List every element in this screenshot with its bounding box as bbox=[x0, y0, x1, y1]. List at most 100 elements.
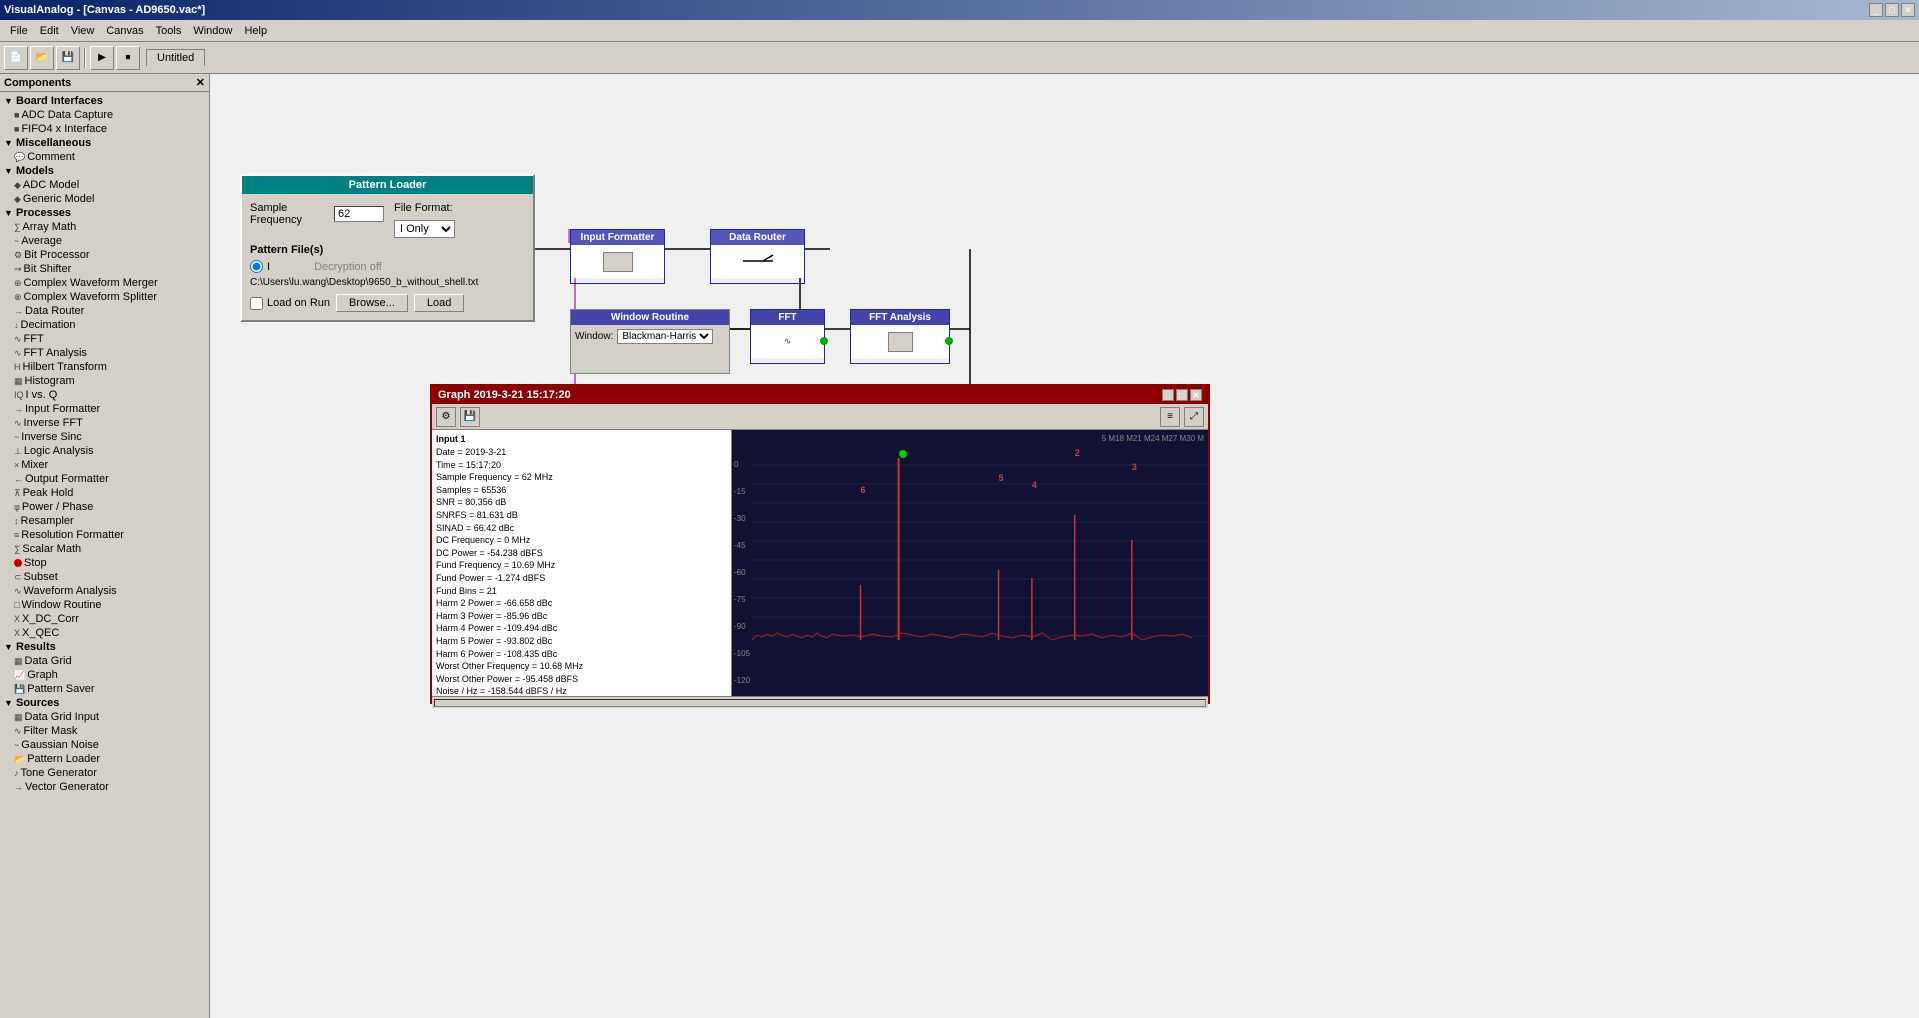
graph-close-btn[interactable]: ✕ bbox=[1190, 389, 1202, 401]
sidebar-item-adc-data-capture[interactable]: ■ ADC Data Capture bbox=[14, 108, 207, 122]
sidebar-item-array-math[interactable]: ∑Array Math bbox=[14, 220, 207, 234]
sidebar-item-inverse-sinc[interactable]: ~Inverse Sinc bbox=[14, 430, 207, 444]
stop-button[interactable]: ⏹ bbox=[116, 46, 140, 70]
sidebar-item-resampler[interactable]: ↕Resampler bbox=[14, 514, 207, 528]
sidebar-item-pattern-saver[interactable]: 💾Pattern Saver bbox=[14, 682, 207, 696]
graph-content: Input 1 Date = 2019-3-21 Time = 15:17:20… bbox=[432, 430, 1208, 696]
graph-save-btn[interactable]: 💾 bbox=[460, 407, 480, 427]
graph-min-btn[interactable]: _ bbox=[1162, 389, 1174, 401]
sidebar-item-filter-mask[interactable]: ∿Filter Mask bbox=[14, 724, 207, 738]
fft-block[interactable]: FFT ∿ bbox=[750, 309, 825, 364]
sidebar-item-x-dc-corr[interactable]: XX_DC_Corr bbox=[14, 612, 207, 626]
file-format-select[interactable]: I Only I and Q Raw bbox=[394, 220, 455, 238]
maximize-button[interactable]: □ bbox=[1885, 3, 1899, 17]
browse-button[interactable]: Browse... bbox=[336, 294, 408, 312]
load-button[interactable]: Load bbox=[414, 294, 464, 312]
tree-group-header-models[interactable]: ▼ Models bbox=[2, 164, 207, 178]
sidebar-item-complex-waveform-splitter[interactable]: ⊗Complex Waveform Splitter bbox=[14, 290, 207, 304]
graph-max-btn[interactable]: □ bbox=[1176, 389, 1188, 401]
tree-group-miscellaneous: ▼ Miscellaneous 💬 Comment bbox=[2, 136, 207, 164]
new-button[interactable]: 📄 bbox=[4, 46, 28, 70]
sidebar-item-histogram[interactable]: ▦Histogram bbox=[14, 374, 207, 388]
menu-bar: File Edit View Canvas Tools Window Help bbox=[0, 20, 1919, 42]
tree-group-header-sources[interactable]: ▼ Sources bbox=[2, 696, 207, 710]
untitled-tab[interactable]: Untitled bbox=[146, 49, 205, 66]
sidebar-item-subset[interactable]: ⊂Subset bbox=[14, 570, 207, 584]
sidebar-item-graph[interactable]: 📈Graph bbox=[14, 668, 207, 682]
menu-edit[interactable]: Edit bbox=[34, 23, 65, 39]
sidebar-item-scalar-math[interactable]: ∑Scalar Math bbox=[14, 542, 207, 556]
sidebar-item-stop[interactable]: Stop bbox=[14, 556, 207, 570]
sidebar-item-vector-generator[interactable]: →Vector Generator bbox=[14, 780, 207, 794]
load-on-run-checkbox[interactable] bbox=[250, 297, 263, 310]
fifo-icon: ■ bbox=[14, 124, 19, 134]
sidebar-item-power-phase[interactable]: φPower / Phase bbox=[14, 500, 207, 514]
sidebar-item-fft[interactable]: ∿FFT bbox=[14, 332, 207, 346]
data-router-block[interactable]: Data Router bbox=[710, 229, 805, 284]
menu-window[interactable]: Window bbox=[187, 23, 238, 39]
graph-expand-btn[interactable]: ⤢ bbox=[1184, 407, 1204, 427]
fft-analysis-block[interactable]: FFT Analysis bbox=[850, 309, 950, 364]
graph-scrollbar[interactable] bbox=[432, 696, 1208, 708]
tree-group-header-results[interactable]: ▼ Results bbox=[2, 640, 207, 654]
graph-menu-btn[interactable]: ≡ bbox=[1160, 407, 1180, 427]
window-select[interactable]: Blackman-Harris Hanning Hamming bbox=[617, 329, 713, 344]
sidebar-item-resolution-formatter[interactable]: ≡Resolution Formatter bbox=[14, 528, 207, 542]
sidebar-item-i-vs-q[interactable]: IQI vs. Q bbox=[14, 388, 207, 402]
resampler-icon: ↕ bbox=[14, 516, 19, 526]
graph-settings-btn[interactable]: ⚙ bbox=[436, 407, 456, 427]
tree-group-header-processes[interactable]: ▼ Processes bbox=[2, 206, 207, 220]
sidebar-item-mixer[interactable]: ×Mixer bbox=[14, 458, 207, 472]
save-button[interactable]: 💾 bbox=[56, 46, 80, 70]
sidebar-item-fifo4x[interactable]: ■ FIFO4 x Interface bbox=[14, 122, 207, 136]
menu-tools[interactable]: Tools bbox=[150, 23, 188, 39]
sidebar-item-inverse-fft[interactable]: ∿Inverse FFT bbox=[14, 416, 207, 430]
sidebar-item-logic-analysis[interactable]: ⊥Logic Analysis bbox=[14, 444, 207, 458]
expand-icon-board-interfaces: ▼ bbox=[4, 96, 14, 106]
sidebar-item-tone-generator[interactable]: ♪Tone Generator bbox=[14, 766, 207, 780]
sidebar-item-gaussian-noise[interactable]: ~Gaussian Noise bbox=[14, 738, 207, 752]
graph-scrollbar-track[interactable] bbox=[434, 699, 1206, 707]
sidebar-item-input-formatter[interactable]: →Input Formatter bbox=[14, 402, 207, 416]
tree-group-header-board-interfaces[interactable]: ▼ Board Interfaces bbox=[2, 94, 207, 108]
sidebar-item-complex-waveform-merger[interactable]: ⊕Complex Waveform Merger bbox=[14, 276, 207, 290]
sample-frequency-input[interactable] bbox=[334, 206, 384, 222]
sidebar-item-peak-hold[interactable]: ⊼Peak Hold bbox=[14, 486, 207, 500]
sidebar-item-waveform-analysis[interactable]: ∿Waveform Analysis bbox=[14, 584, 207, 598]
sidebar-item-pattern-loader[interactable]: 📂Pattern Loader bbox=[14, 752, 207, 766]
panel-close-button[interactable]: ✕ bbox=[196, 76, 205, 89]
sidebar-item-data-router[interactable]: →Data Router bbox=[14, 304, 207, 318]
sidebar-item-bit-processor[interactable]: ⚙Bit Processor bbox=[14, 248, 207, 262]
menu-canvas[interactable]: Canvas bbox=[100, 23, 149, 39]
sidebar-item-output-formatter[interactable]: ←Output Formatter bbox=[14, 472, 207, 486]
sidebar-item-data-grid[interactable]: ▦Data Grid bbox=[14, 654, 207, 668]
menu-view[interactable]: View bbox=[65, 23, 101, 39]
sidebar-item-adc-model[interactable]: ◆ ADC Model bbox=[14, 178, 207, 192]
menu-file[interactable]: File bbox=[4, 23, 34, 39]
window-routine-block[interactable]: Window Routine Window: Blackman-Harris H… bbox=[570, 309, 730, 374]
sidebar-item-generic-model[interactable]: ◆ Generic Model bbox=[14, 192, 207, 206]
sidebar-item-hilbert-transform[interactable]: HHilbert Transform bbox=[14, 360, 207, 374]
minimize-button[interactable]: _ bbox=[1869, 3, 1883, 17]
tree-group-header-miscellaneous[interactable]: ▼ Miscellaneous bbox=[2, 136, 207, 150]
graph-data-sinad: SINAD = 66.42 dBc bbox=[436, 522, 727, 535]
sidebar-item-data-grid-input[interactable]: ▦Data Grid Input bbox=[14, 710, 207, 724]
radio-i-label: I bbox=[267, 261, 270, 273]
sidebar-item-window-routine[interactable]: □Window Routine bbox=[14, 598, 207, 612]
sidebar-item-x-qec[interactable]: XX_QEC bbox=[14, 626, 207, 640]
sidebar-item-fft-analysis[interactable]: ∿FFT Analysis bbox=[14, 346, 207, 360]
graph-data-list: Input 1 Date = 2019-3-21 Time = 15:17:20… bbox=[432, 430, 732, 696]
sidebar-item-decimation[interactable]: ↓Decimation bbox=[14, 318, 207, 332]
adc-data-capture-label: ADC Data Capture bbox=[21, 109, 113, 121]
sidebar-item-bit-shifter[interactable]: ⇒Bit Shifter bbox=[14, 262, 207, 276]
run-button[interactable]: ▶ bbox=[90, 46, 114, 70]
fft-analysis-icon: ∿ bbox=[14, 348, 22, 359]
input-formatter-block[interactable]: Input Formatter bbox=[570, 229, 665, 284]
close-button[interactable]: ✕ bbox=[1901, 3, 1915, 17]
sidebar-item-comment[interactable]: 💬 Comment bbox=[14, 150, 207, 164]
graph-fft-chart: 0 -15 -30 -45 -60 -75 -90 -105 -120 -135 bbox=[732, 430, 1208, 696]
radio-i[interactable] bbox=[250, 260, 263, 273]
open-button[interactable]: 📂 bbox=[30, 46, 54, 70]
sidebar-item-average[interactable]: ~Average bbox=[14, 234, 207, 248]
menu-help[interactable]: Help bbox=[238, 23, 273, 39]
